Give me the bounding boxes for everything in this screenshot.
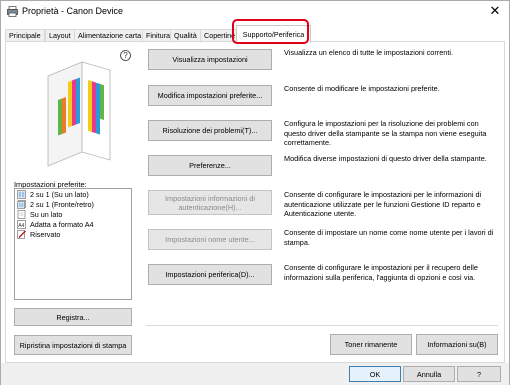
device-settings-desc: Consente di configurare le impostazioni … [284,263,478,282]
list-item[interactable]: 2 su 1 (Su un lato) [15,189,131,199]
list-item-label: Adatta a formato A4 [30,219,94,229]
auth-settings-desc: Consente di configurare le impostazioni … [284,190,482,218]
register-button[interactable]: Registra... [14,308,132,326]
print-preview-image [47,61,111,167]
view-settings-desc: Visualizza un elenco di tutte le imposta… [284,48,454,57]
tab-strip: Principale Layout Alimentazione carta Fi… [5,25,505,43]
cancel-button[interactable]: Annulla [403,366,455,382]
about-button[interactable]: Informazioni su(B) [416,334,498,355]
list-item[interactable]: 2 su 1 (Fronte/retro) [15,199,131,209]
list-item-label: Su un lato [30,209,63,219]
list-item[interactable]: Riservato [15,229,131,239]
printer-app-icon [7,6,18,17]
list-item[interactable]: Su un lato [15,209,131,219]
confidential-pen-icon [17,229,26,239]
troubleshooting-button[interactable]: Risoluzione dei problemi(T)... [148,120,272,141]
close-icon[interactable]: ✕ [487,3,503,19]
preferences-desc: Modifica diverse impostazioni di questo … [284,154,487,163]
fit-a4-icon: A4 [17,219,26,229]
help-icon[interactable]: ? [120,50,131,61]
troubleshooting-desc: Configura le impostazioni per la risoluz… [284,119,487,147]
svg-text:A4: A4 [18,222,24,228]
help-button[interactable]: ? [457,366,501,382]
list-item-label: Riservato [30,229,61,239]
list-item[interactable]: A4 Adatta a formato A4 [15,219,131,229]
device-settings-button[interactable]: Impostazioni periferica(D)... [148,264,272,285]
toner-remaining-button[interactable]: Toner rimanente [330,334,412,355]
doc-single-icon [17,209,26,219]
restore-settings-button[interactable]: Ripristina impostazioni di stampa [14,335,132,355]
tab-supporto-periferica[interactable]: Supporto/Periferica [236,25,311,43]
window-title: Proprietà - Canon Device [22,6,124,16]
preferences-button[interactable]: Preferenze... [148,155,272,176]
edit-favorites-desc: Consente di modificare le impostazioni p… [284,84,440,93]
list-item-label: 2 su 1 (Su un lato) [30,189,89,199]
properties-dialog: Proprietà - Canon Device ✕ Principale La… [0,0,510,385]
username-settings-button[interactable]: Impostazioni nome utente... [148,229,272,250]
ok-button[interactable]: OK [349,366,401,382]
view-settings-button[interactable]: Visualizza impostazioni [148,49,272,70]
auth-settings-button[interactable]: Impostazioni informazioni di autenticazi… [148,190,272,215]
doc-2on1-duplex-icon [17,199,26,209]
dialog-footer: OK Annulla ? [1,363,509,385]
doc-2on1-icon [17,189,26,199]
tab-panel: ? Impostazioni preferite: 2 su 1 (Su un … [5,41,505,363]
panel-divider [146,325,498,326]
preferences-list[interactable]: 2 su 1 (Su un lato) 2 su 1 (Fronte/retro… [14,188,132,300]
title-bar: Proprietà - Canon Device ✕ [1,1,509,23]
username-settings-desc: Consente di impostare un nome come nome … [284,228,494,247]
edit-favorites-button[interactable]: Modifica impostazioni preferite... [148,85,272,106]
list-item-label: 2 su 1 (Fronte/retro) [30,199,94,209]
